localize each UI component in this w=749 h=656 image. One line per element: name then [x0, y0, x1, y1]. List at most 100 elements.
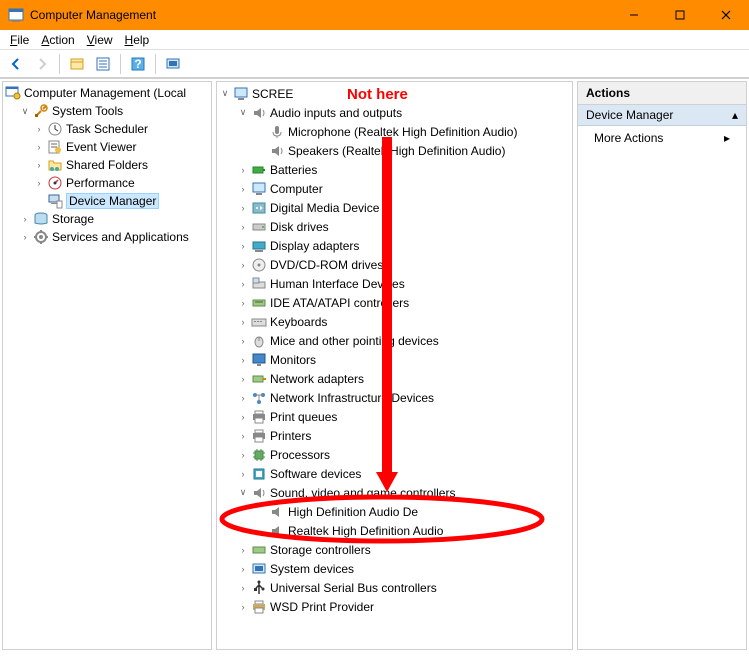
- device-hid[interactable]: ›Human Interface Devices: [219, 274, 570, 293]
- device-label: Computer: [270, 182, 323, 196]
- svg-text:?: ?: [134, 57, 141, 71]
- expand-icon[interactable]: ›: [237, 430, 249, 442]
- maximize-button[interactable]: [657, 0, 703, 30]
- device-digital-media[interactable]: ›Digital Media Device: [219, 198, 570, 217]
- expand-icon[interactable]: ›: [237, 392, 249, 404]
- expand-icon[interactable]: ›: [237, 354, 249, 366]
- tree-storage[interactable]: › Storage: [5, 210, 209, 228]
- menu-help[interactable]: Help: [121, 31, 154, 49]
- device-label: SCREE: [252, 87, 293, 101]
- device-speakers[interactable]: Speakers (Realtek High Definition Audio): [219, 141, 570, 160]
- device-wsd[interactable]: ›WSD Print Provider: [219, 597, 570, 616]
- menu-action[interactable]: Action: [37, 31, 78, 49]
- close-button[interactable]: [703, 0, 749, 30]
- device-label: Network adapters: [270, 372, 364, 386]
- expand-icon[interactable]: ›: [237, 582, 249, 594]
- tree-event-viewer[interactable]: › Event Viewer: [5, 138, 209, 156]
- speaker-icon: [251, 105, 267, 121]
- tree-services-applications[interactable]: › Services and Applications: [5, 228, 209, 246]
- show-hide-tree-button[interactable]: [65, 52, 89, 76]
- tree-performance[interactable]: › Performance: [5, 174, 209, 192]
- device-label: Sound, video and game controllers: [270, 486, 455, 500]
- collapse-icon[interactable]: ∨: [219, 88, 231, 100]
- tree-label: Services and Applications: [52, 230, 189, 244]
- expand-icon[interactable]: ›: [237, 164, 249, 176]
- toolbar: ?: [0, 50, 749, 78]
- help-button[interactable]: ?: [126, 52, 150, 76]
- performance-icon: [47, 175, 63, 191]
- device-storage-controllers[interactable]: ›Storage controllers: [219, 540, 570, 559]
- expand-icon[interactable]: ›: [237, 373, 249, 385]
- expand-icon[interactable]: ›: [237, 449, 249, 461]
- scan-hardware-button[interactable]: [161, 52, 185, 76]
- device-network-adapters[interactable]: › Network adapters: [219, 369, 570, 388]
- expand-icon[interactable]: ›: [237, 259, 249, 271]
- expand-icon[interactable]: ›: [33, 159, 45, 171]
- menu-view[interactable]: View: [83, 31, 117, 49]
- device-disk-drives[interactable]: ›Disk drives: [219, 217, 570, 236]
- minimize-button[interactable]: [611, 0, 657, 30]
- expand-icon[interactable]: ›: [19, 231, 31, 243]
- expand-icon[interactable]: ›: [237, 221, 249, 233]
- collapse-icon[interactable]: ∨: [237, 487, 249, 499]
- tree-system-tools[interactable]: ∨ System Tools: [5, 102, 209, 120]
- device-realtek-audio[interactable]: Realtek High Definition Audio: [219, 521, 570, 540]
- expand-icon[interactable]: ›: [237, 297, 249, 309]
- device-display-adapters[interactable]: ›Display adapters: [219, 236, 570, 255]
- expand-icon[interactable]: ›: [237, 240, 249, 252]
- ide-icon: [251, 295, 267, 311]
- expand-icon[interactable]: ›: [33, 177, 45, 189]
- console-tree[interactable]: Computer Management (Local ∨ System Tool…: [3, 82, 211, 248]
- actions-section-device-manager[interactable]: Device Manager ▴: [578, 105, 746, 126]
- expand-icon[interactable]: ›: [33, 141, 45, 153]
- device-print-queues[interactable]: › Print queues: [219, 407, 570, 426]
- device-processors[interactable]: ›Processors: [219, 445, 570, 464]
- device-manager-icon: [47, 193, 63, 209]
- expand-icon[interactable]: ›: [33, 123, 45, 135]
- expand-icon[interactable]: ›: [237, 563, 249, 575]
- device-batteries[interactable]: ›Batteries: [219, 160, 570, 179]
- tree-task-scheduler[interactable]: › Task Scheduler: [5, 120, 209, 138]
- menu-file[interactable]: File: [6, 31, 33, 49]
- expand-icon[interactable]: ›: [237, 544, 249, 556]
- expand-icon[interactable]: ›: [237, 601, 249, 613]
- device-microphone[interactable]: Microphone (Realtek High Definition Audi…: [219, 122, 570, 141]
- tree-label: Shared Folders: [66, 158, 148, 172]
- tree-shared-folders[interactable]: › Shared Folders: [5, 156, 209, 174]
- expand-icon[interactable]: ›: [237, 335, 249, 347]
- expand-icon[interactable]: ›: [237, 411, 249, 423]
- collapse-arrow-icon: ▴: [732, 108, 738, 122]
- expand-icon[interactable]: ›: [237, 468, 249, 480]
- device-audio-io[interactable]: ∨Audio inputs and outputs: [219, 103, 570, 122]
- back-button[interactable]: [4, 52, 28, 76]
- tree-device-manager[interactable]: Device Manager: [5, 192, 209, 210]
- device-sound-video-game[interactable]: ∨ Sound, video and game controllers: [219, 483, 570, 502]
- expand-icon[interactable]: ›: [19, 213, 31, 225]
- device-monitors[interactable]: ›Monitors: [219, 350, 570, 369]
- collapse-icon[interactable]: ∨: [237, 107, 249, 119]
- device-computer[interactable]: › Computer: [219, 179, 570, 198]
- device-label: Print queues: [270, 410, 337, 424]
- forward-button[interactable]: [30, 52, 54, 76]
- device-ide[interactable]: ›IDE ATA/ATAPI controllers: [219, 293, 570, 312]
- properties-button[interactable]: [91, 52, 115, 76]
- device-software[interactable]: ›Software devices: [219, 464, 570, 483]
- expand-icon[interactable]: ›: [237, 183, 249, 195]
- device-label: System devices: [270, 562, 354, 576]
- expand-icon[interactable]: ›: [237, 316, 249, 328]
- tree-root-computer-management[interactable]: Computer Management (Local: [5, 84, 209, 102]
- device-keyboards[interactable]: ›Keyboards: [219, 312, 570, 331]
- actions-more-actions[interactable]: More Actions ▸: [578, 126, 746, 150]
- expand-icon[interactable]: ›: [237, 202, 249, 214]
- device-hd-audio[interactable]: High Definition Audio De: [219, 502, 570, 521]
- device-mice[interactable]: ›Mice and other pointing devices: [219, 331, 570, 350]
- device-usb[interactable]: ›Universal Serial Bus controllers: [219, 578, 570, 597]
- device-dvd[interactable]: ›DVD/CD-ROM drives: [219, 255, 570, 274]
- collapse-icon[interactable]: ∨: [19, 105, 31, 117]
- device-network-infra[interactable]: ›Network Infrastructure Devices: [219, 388, 570, 407]
- device-printers[interactable]: ›Printers: [219, 426, 570, 445]
- device-tree[interactable]: ∨SCREE ∨Audio inputs and outputs Microph…: [217, 82, 572, 618]
- expand-icon[interactable]: ›: [237, 278, 249, 290]
- device-system-devices[interactable]: › System devices: [219, 559, 570, 578]
- speaker-icon: [269, 504, 285, 520]
